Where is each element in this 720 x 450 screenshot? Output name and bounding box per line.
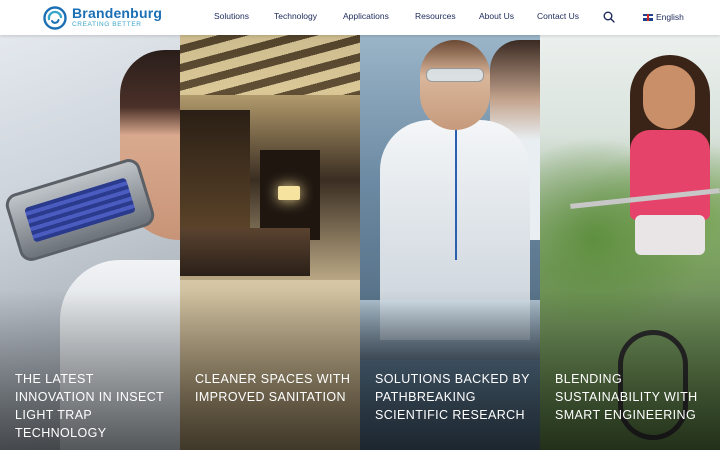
- panel-title: The latest innovation in insect light tr…: [15, 372, 164, 440]
- lobby-wall-image-part: [180, 110, 250, 230]
- nav-item-applications[interactable]: Applications: [343, 11, 389, 21]
- lanyard-image-part: [455, 120, 457, 260]
- language-selector[interactable]: English: [643, 12, 684, 22]
- nav-item-about-us[interactable]: About Us: [479, 11, 514, 21]
- nav-item-resources[interactable]: Resources: [415, 11, 456, 21]
- girl-shorts-image-part: [635, 215, 705, 255]
- language-label: English: [656, 12, 684, 22]
- main-nav: Solutions Technology Applications Resour…: [0, 0, 720, 35]
- nav-item-technology[interactable]: Technology: [274, 11, 317, 21]
- panel-title: Solutions backed by pathbreaking scienti…: [375, 372, 530, 422]
- girl-face-image-part: [643, 65, 695, 129]
- panel-insect-light-trap[interactable]: The latest innovation in insect light tr…: [0, 0, 180, 450]
- panel-title: Blending sustainability with smart engin…: [555, 372, 698, 422]
- safety-goggles-image-part: [426, 68, 484, 82]
- panel-scientific-research[interactable]: Solutions backed by pathbreaking scienti…: [360, 0, 540, 450]
- panel-title: Cleaner spaces with improved sanitation: [195, 372, 351, 404]
- insect-trap-device-image: [2, 156, 158, 264]
- uk-flag-icon: [643, 13, 653, 21]
- lobby-ceiling-image-part: [180, 35, 360, 95]
- site-header: Brandenburg CREATING BETTER Solutions Te…: [0, 0, 720, 35]
- scientist-head-image-part: [420, 40, 490, 130]
- hero-panels: The latest innovation in insect light tr…: [0, 0, 720, 450]
- panel-sustainability[interactable]: Blending sustainability with smart engin…: [540, 0, 720, 450]
- search-icon[interactable]: [603, 11, 615, 23]
- nav-item-contact-us[interactable]: Contact Us: [537, 11, 579, 21]
- lamp-image-part: [278, 186, 300, 200]
- panel-sanitation[interactable]: Cleaner spaces with improved sanitation: [180, 0, 360, 450]
- nav-item-solutions[interactable]: Solutions: [214, 11, 249, 21]
- girl-top-image-part: [630, 130, 710, 220]
- reception-desk-image-part: [180, 228, 310, 276]
